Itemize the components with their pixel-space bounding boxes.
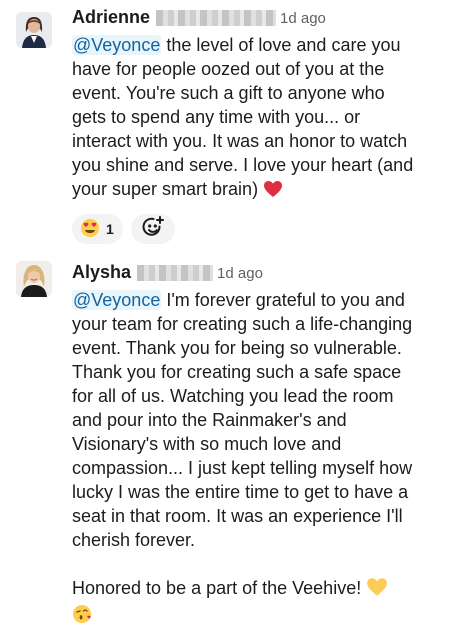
message-header: Alysha 1d ago [72,261,263,285]
message-text: @Veyonce the level of love and care you … [72,33,457,204]
yellow-heart-icon [366,577,388,603]
heart-eyes-face-icon [80,218,100,241]
message-feed: Adrienne 1d ago @Veyonce the level of lov… [0,0,458,633]
timestamp[interactable]: 1d ago [217,265,263,282]
timestamp[interactable]: 1d ago [280,10,326,27]
user-mention[interactable]: @Veyonce [72,35,162,55]
reactions-bar: 1 [72,214,175,244]
author-name[interactable]: Adrienne [72,7,150,27]
user-mention[interactable]: @Veyonce [72,290,162,310]
redacted-name [137,265,214,281]
avatar[interactable] [16,261,52,297]
redacted-name [156,10,277,26]
message-body-text: the level of love and care you have for … [72,35,414,199]
reaction-count: 1 [106,221,114,237]
reaction-heart-eyes[interactable]: 1 [72,214,123,244]
message-text: @Veyonce I'm forever grateful to you and… [72,288,457,631]
avatar[interactable] [16,12,52,48]
red-heart-icon [263,180,283,204]
author-name[interactable]: Alysha [72,262,131,282]
face-blowing-kiss-icon [72,603,94,631]
message-body-text: I'm forever grateful to you and your tea… [72,290,413,598]
add-reaction-button[interactable] [130,214,175,244]
add-reaction-icon [141,215,165,244]
message-header: Adrienne 1d ago [72,6,326,30]
